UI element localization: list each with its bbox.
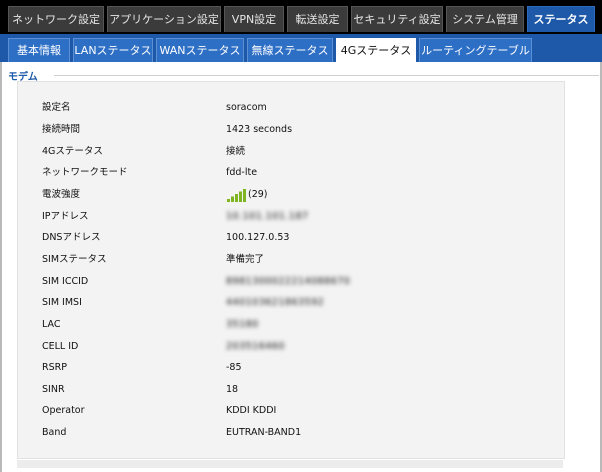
top-tab-system-management[interactable]: システム管理: [446, 6, 524, 32]
sub-tab-lan-status[interactable]: LANステータス: [73, 38, 153, 62]
top-tab-application-settings[interactable]: アプリケーション設定: [107, 6, 221, 32]
profile-name-value: soracom: [226, 102, 267, 113]
row-sim-status: SIMステータス 準備完了: [18, 249, 564, 270]
row-rsrp: RSRP -85: [18, 357, 564, 378]
sim-status-value: 準備完了: [226, 254, 265, 265]
dns-address-value: 100.127.0.53: [226, 232, 290, 243]
sim-imsi-label: SIM IMSI: [42, 297, 82, 308]
top-tab-security-settings[interactable]: セキュリティ設定: [351, 6, 443, 32]
sub-tab-routing-table[interactable]: ルーティングテーブル: [419, 38, 532, 62]
row-dns-address: DNSアドレス 100.127.0.53: [18, 227, 564, 248]
band-value: EUTRAN-BAND1: [226, 427, 302, 438]
signal-bar: [235, 193, 238, 202]
sinr-value: 18: [226, 384, 239, 395]
row-sinr: SINR 18: [18, 379, 564, 400]
sim-iccid-value: 8981300022214088670: [226, 276, 351, 287]
row-band: Band EUTRAN-BAND1: [18, 422, 564, 443]
ip-address-value: 10.101.101.187: [226, 211, 309, 222]
top-tab-network-settings[interactable]: ネットワーク設定: [8, 6, 104, 32]
signal-bars-icon: [227, 188, 246, 202]
connection-time-value: 1423 seconds: [226, 124, 293, 135]
sub-tab-basic-info[interactable]: 基本情報: [8, 38, 70, 62]
network-mode-label: ネットワークモード: [42, 167, 128, 178]
sub-tab-wan-status[interactable]: WANステータス: [156, 38, 244, 62]
signal-strength-value: (29): [248, 189, 268, 200]
router-admin-window: ネットワーク設定 アプリケーション設定 VPN設定 転送設定 セキュリティ設定 …: [0, 0, 602, 472]
signal-strength-label: 電波強度: [42, 189, 81, 200]
signal-bar: [227, 198, 230, 202]
dns-address-label: DNSアドレス: [42, 232, 101, 243]
signal-strength-value-wrap: (29): [226, 184, 268, 205]
row-cell-id: CELL ID 203516460: [18, 336, 564, 357]
row-profile-name: 設定名 soracom: [18, 97, 564, 118]
rsrp-label: RSRP: [42, 362, 67, 373]
sub-navigation: 基本情報 LANステータス WANステータス 無線ステータス 4Gステータス ル…: [0, 34, 602, 62]
top-tab-status[interactable]: ステータス: [527, 6, 595, 32]
sinr-label: SINR: [42, 384, 65, 395]
status-4g-value: 接続: [226, 146, 246, 157]
sim-iccid-label: SIM ICCID: [42, 276, 89, 287]
row-ip-address: IPアドレス 10.101.101.187: [18, 206, 564, 227]
network-mode-value: fdd-lte: [226, 167, 258, 178]
lac-value: 35180: [226, 319, 259, 330]
row-sim-imsi: SIM IMSI 440103621863592: [18, 292, 564, 313]
row-sim-iccid: SIM ICCID 8981300022214088670: [18, 271, 564, 292]
row-network-mode: ネットワークモード fdd-lte: [18, 162, 564, 183]
lac-label: LAC: [42, 319, 61, 330]
row-signal-strength: 電波強度 (29): [18, 184, 564, 205]
panel-footer: [17, 460, 563, 468]
top-tab-forwarding-settings[interactable]: 転送設定: [287, 6, 348, 32]
sim-status-label: SIMステータス: [42, 254, 107, 265]
modem-status-panel: 設定名 soracom 接続時間 1423 seconds 4Gステータス 接続…: [17, 81, 565, 459]
ip-address-label: IPアドレス: [42, 211, 89, 222]
signal-bar: [243, 188, 246, 202]
section-divider: [54, 75, 599, 76]
row-connection-time: 接続時間 1423 seconds: [18, 119, 564, 140]
connection-time-label: 接続時間: [42, 124, 81, 135]
status-4g-label: 4Gステータス: [42, 146, 103, 157]
cell-id-label: CELL ID: [42, 341, 79, 352]
operator-label: Operator: [42, 405, 85, 416]
signal-bar: [239, 191, 242, 202]
status-content: モデム 設定名 soracom 接続時間 1423 seconds 4Gステータ…: [2, 62, 600, 472]
sub-tab-wireless-status[interactable]: 無線ステータス: [247, 38, 333, 62]
signal-bar: [231, 196, 234, 202]
row-lac: LAC 35180: [18, 314, 564, 335]
rsrp-value: -85: [226, 362, 242, 373]
row-operator: Operator KDDI KDDI: [18, 400, 564, 421]
profile-name-label: 設定名: [42, 102, 71, 113]
top-navigation: ネットワーク設定 アプリケーション設定 VPN設定 転送設定 セキュリティ設定 …: [0, 0, 602, 34]
operator-value: KDDI KDDI: [226, 405, 277, 416]
top-tab-vpn-settings[interactable]: VPN設定: [224, 6, 284, 32]
sub-tab-4g-status[interactable]: 4Gステータス: [336, 38, 416, 62]
row-4g-status: 4Gステータス 接続: [18, 141, 564, 162]
band-label: Band: [42, 427, 67, 438]
cell-id-value: 203516460: [226, 341, 285, 352]
sim-imsi-value: 440103621863592: [226, 297, 325, 308]
